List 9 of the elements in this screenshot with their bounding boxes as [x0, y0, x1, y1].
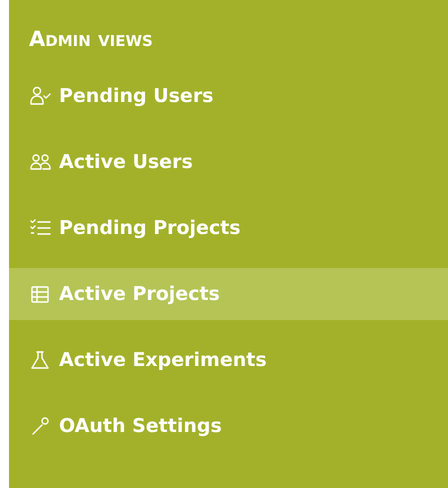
- sidebar-item[interactable]: Active Experiments: [9, 334, 448, 386]
- sidebar-item[interactable]: Pending Users: [9, 70, 448, 122]
- flask-icon: [29, 349, 51, 371]
- sidebar-item[interactable]: Pending Projects: [9, 202, 448, 254]
- sidebar-item[interactable]: OAuth Settings: [9, 400, 448, 452]
- sidebar-item[interactable]: Active Users: [9, 136, 448, 188]
- sidebar-item[interactable]: Active Projects: [9, 268, 448, 320]
- sidebar-heading: Admin views: [28, 26, 154, 53]
- user-check-icon: [29, 85, 51, 107]
